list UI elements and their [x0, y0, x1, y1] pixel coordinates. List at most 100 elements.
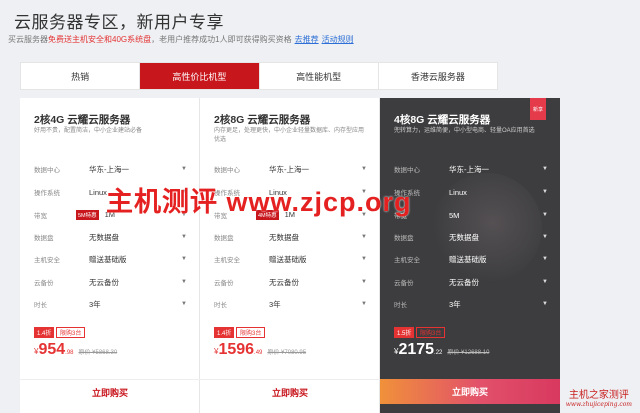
data-disk-row: 数据盘 无数据盘 ▼	[394, 229, 548, 245]
host-security-label: 主机安全	[214, 257, 240, 264]
card-description: 兜转算力，运维简便，中小型电商、轻量OA应用首选	[394, 128, 535, 134]
card-title: 2核4G 云耀云服务器	[34, 114, 131, 126]
chevron-down-icon: ▼	[361, 234, 367, 240]
chevron-down-icon: ▼	[542, 279, 548, 285]
duration-label: 时长	[394, 302, 407, 309]
product-cards: 2核4G 云耀云服务器 好用不贵，配置简洁，中小企业建站必备 数据中心 华东-上海…	[20, 98, 560, 413]
tab-value[interactable]: 高性价比机型	[140, 63, 260, 89]
host-security-select[interactable]: 赠送基础版 ▼	[269, 252, 367, 266]
os-select[interactable]: Linux ▼	[449, 185, 548, 199]
data-disk-label: 数据盘	[394, 235, 414, 242]
host-security-row: 主机安全 赠送基础版 ▼	[214, 251, 367, 267]
host-security-row: 主机安全 赠送基础版 ▼	[34, 251, 187, 267]
subline-middle: ，老用户推荐成功1人即可获得购买资格	[151, 35, 292, 44]
chevron-down-icon: ▼	[542, 256, 548, 262]
price: ¥954.98 原价 ¥5868.30	[34, 341, 118, 358]
chevron-down-icon: ▼	[361, 279, 367, 285]
host-security-select[interactable]: 赠送基础版 ▼	[89, 252, 187, 266]
card-description: 内存更足，处理更快，中小企业轻量数据库、内存型应用优选	[214, 128, 365, 143]
bandwidth-select[interactable]: 5M ▼	[449, 208, 548, 222]
product-card-4c8g: 新享 4核8G 云耀云服务器 兜转算力，运维简便，中小型电商、轻量OA应用首选 …	[380, 98, 560, 413]
os-row: 操作系统 Linux ▼	[394, 184, 548, 200]
region-label: 数据中心	[394, 167, 420, 174]
original-price: 原价 ¥12688.10	[447, 350, 490, 356]
chevron-down-icon: ▼	[181, 301, 187, 307]
region-row: 数据中心 华东-上海一 ▼	[214, 161, 367, 177]
duration-row: 时长 3年 ▼	[214, 296, 367, 312]
tab-hot[interactable]: 热销	[21, 63, 141, 89]
backup-select[interactable]: 无云备份 ▼	[89, 275, 187, 289]
original-price: 原价 ¥5868.30	[78, 350, 118, 356]
product-card-2c4g: 2核4G 云耀云服务器 好用不贵，配置简洁，中小企业建站必备 数据中心 华东-上海…	[20, 98, 200, 413]
duration-label: 时长	[34, 302, 47, 309]
duration-select[interactable]: 3年 ▼	[269, 297, 367, 311]
tab-hongkong[interactable]: 香港云服务器	[379, 63, 497, 89]
chevron-down-icon: ▼	[361, 256, 367, 262]
backup-label: 云备份	[394, 280, 414, 287]
region-row: 数据中心 华东-上海一 ▼	[34, 161, 187, 177]
data-disk-label: 数据盘	[214, 235, 234, 242]
backup-select[interactable]: 无云备份 ▼	[449, 275, 548, 289]
subline-prefix: 买云服务器	[8, 35, 48, 44]
data-disk-select[interactable]: 无数据盘 ▼	[89, 230, 187, 244]
tab-performance[interactable]: 高性能机型	[260, 63, 379, 89]
limit-badge: 限购3台	[56, 327, 86, 338]
region-select[interactable]: 华东-上海一 ▼	[269, 162, 367, 176]
subline-highlight: 免费送主机安全和40G系统盘	[48, 35, 152, 44]
backup-row: 云备份 无云备份 ▼	[214, 274, 367, 290]
chevron-down-icon: ▼	[181, 166, 187, 172]
chevron-down-icon: ▼	[542, 301, 548, 307]
original-price: 原价 ¥7080.95	[267, 350, 307, 356]
chevron-down-icon: ▼	[542, 212, 548, 218]
host-security-row: 主机安全 赠送基础版 ▼	[394, 251, 548, 267]
watermark-text: 主机测评 www.zjcp.org	[106, 187, 412, 217]
chevron-down-icon: ▼	[361, 166, 367, 172]
product-card-2c8g: 2核8G 云耀云服务器 内存更足，处理更快，中小企业轻量数据库、内存型应用优选 …	[200, 98, 380, 413]
region-select[interactable]: 华东-上海一 ▼	[89, 162, 187, 176]
chevron-down-icon: ▼	[542, 166, 548, 172]
new-ribbon: 新享	[530, 98, 546, 120]
backup-row: 云备份 无云备份 ▼	[394, 274, 548, 290]
region-select[interactable]: 华东-上海一 ▼	[449, 162, 548, 176]
buy-now-button[interactable]: 立即购买	[20, 379, 200, 404]
chevron-down-icon: ▼	[181, 234, 187, 240]
category-tabs: 热销 高性价比机型 高性能机型 香港云服务器	[20, 62, 498, 90]
data-disk-row: 数据盘 无数据盘 ▼	[34, 229, 187, 245]
region-label: 数据中心	[214, 167, 240, 174]
duration-select[interactable]: 3年 ▼	[89, 297, 187, 311]
card-title: 2核8G 云耀云服务器	[214, 114, 311, 126]
bandwidth-row: 带宽 5M ▼	[394, 207, 548, 223]
discount-badge: 1.5折	[394, 327, 415, 338]
card-description: 好用不贵，配置简洁，中小企业建站必备	[34, 128, 143, 134]
limit-badge: 限购3台	[236, 327, 266, 338]
buy-now-button[interactable]: 立即购买	[380, 379, 560, 404]
data-disk-select[interactable]: 无数据盘 ▼	[269, 230, 367, 244]
duration-label: 时长	[214, 302, 227, 309]
limit-badge: 限购3台	[416, 327, 446, 338]
data-disk-row: 数据盘 无数据盘 ▼	[214, 229, 367, 245]
discount-badge: 1.4折	[34, 327, 55, 338]
backup-select[interactable]: 无云备份 ▼	[269, 275, 367, 289]
duration-select[interactable]: 3年 ▼	[449, 297, 548, 311]
duration-row: 时长 3年 ▼	[34, 296, 187, 312]
card-title: 4核8G 云耀云服务器	[394, 114, 491, 126]
duration-row: 时长 3年 ▼	[394, 296, 548, 312]
chevron-down-icon: ▼	[181, 279, 187, 285]
chevron-down-icon: ▼	[361, 301, 367, 307]
host-security-label: 主机安全	[34, 257, 60, 264]
buy-now-button[interactable]: 立即购买	[200, 379, 380, 404]
host-security-select[interactable]: 赠送基础版 ▼	[449, 252, 548, 266]
recommend-link[interactable]: 去推荐	[295, 35, 319, 44]
chevron-down-icon: ▼	[542, 234, 548, 240]
rules-link[interactable]: 活动规则	[322, 35, 354, 44]
data-disk-select[interactable]: 无数据盘 ▼	[449, 230, 548, 244]
backup-row: 云备份 无云备份 ▼	[34, 274, 187, 290]
discount-badge: 1.4折	[214, 327, 235, 338]
host-security-label: 主机安全	[394, 257, 420, 264]
corner-watermark-url: www.zhujiceping.com	[565, 401, 632, 408]
corner-watermark: 主机之家测评 www.zhujiceping.com	[566, 386, 632, 408]
data-disk-label: 数据盘	[34, 235, 54, 242]
os-label: 操作系统	[34, 190, 60, 197]
chevron-down-icon: ▼	[542, 189, 548, 195]
backup-label: 云备份	[34, 280, 54, 287]
